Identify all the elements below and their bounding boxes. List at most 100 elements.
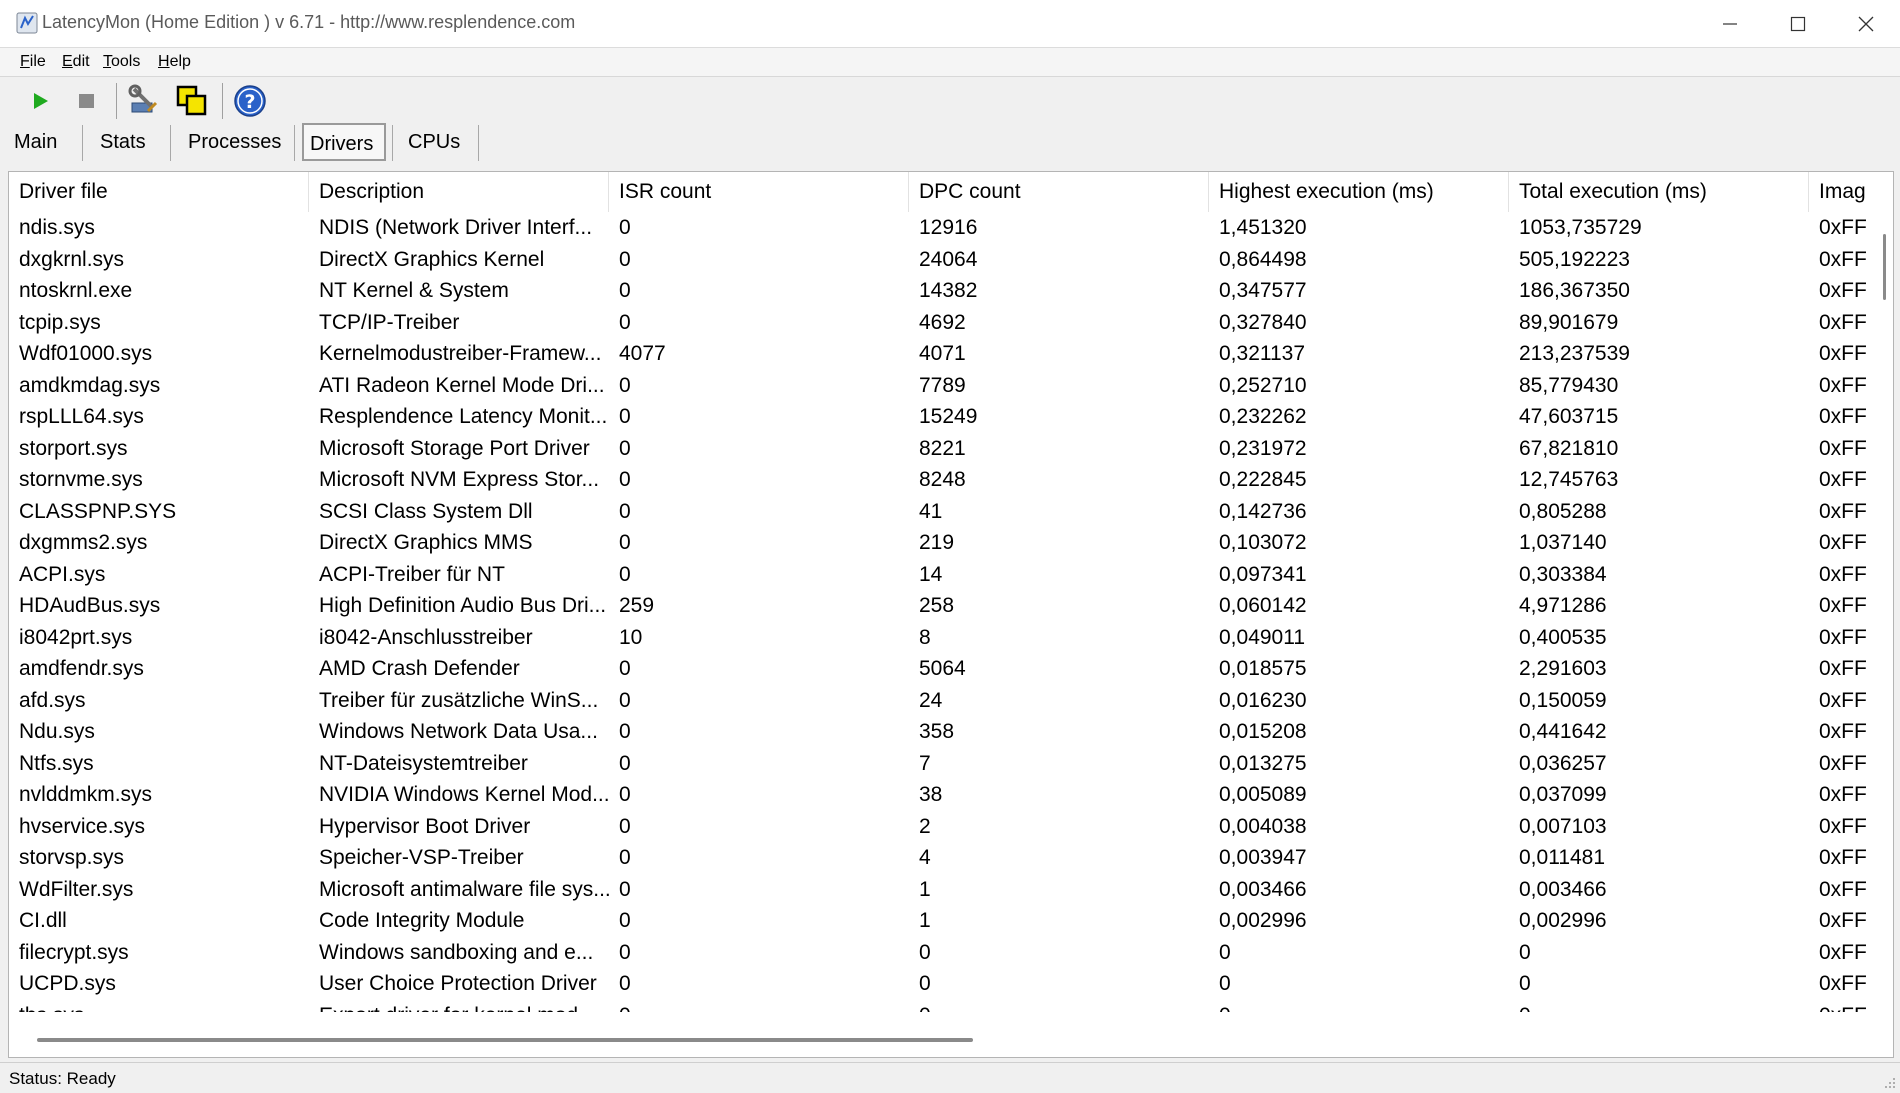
cell-image: 0xFF <box>1819 814 1867 838</box>
horizontal-scrollbar[interactable] <box>9 1030 1893 1056</box>
table-row[interactable]: amdkmdag.sys ATI Radeon Kernel Mode Dri..… <box>9 370 1869 402</box>
close-button[interactable] <box>1832 0 1900 47</box>
column-header-driver-file[interactable]: Driver file <box>9 172 309 212</box>
cell-total-execution: 0 <box>1519 972 1531 995</box>
cell-highest-execution: 0,097341 <box>1219 562 1307 586</box>
cell-image: 0xFF <box>1819 342 1867 365</box>
menu-tools[interactable]: Tools <box>103 53 140 71</box>
status-bar: Status: Ready <box>0 1062 1900 1093</box>
table-row[interactable]: HDAudBus.sys High Definition Audio Bus Dr… <box>9 590 1869 622</box>
cell-highest-execution: 0,049011 <box>1219 625 1306 649</box>
cell-isr-count: 0 <box>609 1000 909 1013</box>
cell-dpc-count: 7789 <box>919 373 966 397</box>
cell-dpc-count: 258 <box>919 594 955 617</box>
cell-isr-count: 0 <box>619 814 631 838</box>
table-row[interactable]: CI.dll Code Integrity Module 0 1 0,002996 0,0… <box>9 905 1869 937</box>
stop-monitoring-button[interactable] <box>68 83 104 119</box>
table-row[interactable]: amdfendr.sys AMD Crash Defender 0 5064 0,018… <box>9 653 1869 685</box>
cell-description: Speicher-VSP-Treiber <box>319 846 524 869</box>
cell-description: Microsoft NVM Express Stor... <box>319 468 600 491</box>
cell-dpc-count: 1 <box>919 877 931 901</box>
table-row[interactable]: storvsp.sys Speicher-VSP-Treiber 0 4 0,00394… <box>9 842 1869 874</box>
tab-cpus[interactable]: CPUs <box>402 123 466 161</box>
cell-description: High Definition Audio Bus Dri... <box>319 594 607 617</box>
table-row[interactable]: dxgmms2.sys DirectX Graphics MMS 0 219 0,103… <box>9 527 1869 559</box>
cell-description: Microsoft Storage Port Driver <box>319 436 590 460</box>
column-header-description[interactable]: Description <box>309 172 609 212</box>
cell-description: TCP/IP-Treiber <box>319 310 460 334</box>
stop-icon <box>79 94 94 108</box>
cell-image: 0xFF <box>1819 562 1867 586</box>
help-button[interactable]: ? <box>232 83 268 119</box>
cell-highest-execution: 0,016230 <box>1219 688 1307 712</box>
toolbar-separator <box>222 83 223 119</box>
table-row[interactable]: hvservice.sys Hypervisor Boot Driver 0 2 0,0… <box>9 811 1869 843</box>
column-header-image[interactable]: Imag <box>1809 172 1869 212</box>
cell-description: DirectX Graphics MMS <box>319 531 533 554</box>
table-row[interactable]: tcpip.sys TCP/IP-Treiber 0 4692 0,327840 89,9… <box>9 307 1869 339</box>
start-monitoring-button[interactable] <box>22 83 58 119</box>
cell-isr-count: 0 <box>619 657 631 680</box>
cell-highest-execution: 0,015208 <box>1219 720 1307 743</box>
table-row[interactable]: ntoskrnl.exe NT Kernel & System 0 14382 0,34… <box>9 275 1869 307</box>
cell-description: NDIS (Network Driver Interf... <box>319 216 593 239</box>
copy-windows-button[interactable] <box>174 83 210 119</box>
table-row[interactable]: WdFilter.sys Microsoft antimalware file s… <box>9 874 1869 906</box>
vertical-scrollbar[interactable] <box>1875 212 1893 1012</box>
tab-stats[interactable]: Stats <box>94 123 152 161</box>
menu-help[interactable]: Help <box>158 53 191 71</box>
menu-bar: File Edit Tools Help <box>0 48 1900 77</box>
table-row[interactable]: rspLLL64.sys Resplendence Latency Monit..… <box>9 401 1869 433</box>
table-row[interactable]: afd.sys Treiber für zusätzliche WinS... 0 2… <box>9 685 1869 717</box>
table-row[interactable]: UCPD.sys User Choice Protection Driver 0 0 0… <box>9 968 1869 1000</box>
table-row[interactable]: Wdf01000.sys Kernelmodustreiber-Framew...… <box>9 338 1869 370</box>
column-header-dpc-count[interactable]: DPC count <box>909 172 1209 212</box>
tab-main[interactable]: Main <box>8 123 63 161</box>
table-row[interactable]: Ndu.sys Windows Network Data Usa... 0 358 0,… <box>9 716 1869 748</box>
tools-button[interactable] <box>126 83 162 119</box>
tab-drivers[interactable]: Drivers <box>302 123 386 161</box>
table-row[interactable]: storport.sys Microsoft Storage Port Drive… <box>9 433 1869 465</box>
table-row[interactable]: i8042prt.sys i8042-Anschlusstreiber 10 8 0,0… <box>9 622 1869 654</box>
cell-isr-count: 0 <box>619 940 631 964</box>
column-header-highest-execution[interactable]: Highest execution (ms) <box>1209 172 1509 212</box>
cell-driver-file: dxgmms2.sys <box>19 531 148 554</box>
help-icon: ? <box>234 85 266 117</box>
cell-driver-file: storvsp.sys <box>19 846 125 869</box>
table-row[interactable]: tbs.sysExport driver for kernel mod...00… <box>9 1000 1869 1013</box>
table-row[interactable]: stornvme.sys Microsoft NVM Express Stor..… <box>9 464 1869 496</box>
cell-description: i8042-Anschlusstreiber <box>319 625 533 649</box>
cell-isr-count: 0 <box>619 216 631 239</box>
table-row[interactable]: dxgkrnl.sys DirectX Graphics Kernel 0 24064… <box>9 244 1869 276</box>
menu-file[interactable]: File <box>20 53 46 71</box>
table-row[interactable]: ACPI.sys ACPI-Treiber für NT 0 14 0,097341 0,… <box>9 559 1869 591</box>
menu-edit[interactable]: Edit <box>62 53 90 71</box>
table-row[interactable]: Ntfs.sys NT-Dateisystemtreiber 0 7 0,013275 0… <box>9 748 1869 780</box>
table-row[interactable]: ndis.sys NDIS (Network Driver Interf... 0 1… <box>9 212 1869 244</box>
tab-processes[interactable]: Processes <box>182 123 287 161</box>
cell-description: Resplendence Latency Monit... <box>319 405 608 428</box>
horizontal-scrollbar-thumb[interactable] <box>37 1038 973 1042</box>
cell-image: 0xFF <box>1819 783 1867 806</box>
minimize-button[interactable] <box>1696 0 1764 47</box>
cell-highest-execution: 0,222845 <box>1219 468 1307 491</box>
cell-image: 0xFF <box>1819 688 1867 712</box>
cell-driver-file: Ndu.sys <box>19 720 95 743</box>
cell-image: 0xFF <box>1819 499 1867 523</box>
cell-dpc-count: 8248 <box>919 468 966 491</box>
table-row[interactable]: filecrypt.sys Windows sandboxing and e...… <box>9 937 1869 969</box>
maximize-button[interactable] <box>1764 0 1832 47</box>
cell-image: 0xFF <box>1819 594 1867 617</box>
column-header-total-execution[interactable]: Total execution (ms) <box>1509 172 1809 212</box>
cell-isr-count: 0 <box>619 373 631 397</box>
cell-total-execution: 0,400535 <box>1519 625 1607 649</box>
vertical-scrollbar-thumb[interactable] <box>1883 234 1886 300</box>
resize-grip-icon[interactable] <box>1882 1075 1896 1089</box>
cell-total-execution: 1,037140 <box>1519 531 1607 554</box>
title-bar: LatencyMon (Home Edition ) v 6.71 - http… <box>0 0 1900 48</box>
table-row[interactable]: nvlddmkm.sys NVIDIA Windows Kernel Mod...… <box>9 779 1869 811</box>
cell-isr-count: 0 <box>619 531 631 554</box>
cell-total-execution: 89,901679 <box>1519 310 1619 334</box>
column-header-isr-count[interactable]: ISR count <box>609 172 909 212</box>
table-row[interactable]: CLASSPNP.SYS SCSI Class System Dll 0 41 0,14… <box>9 496 1869 528</box>
